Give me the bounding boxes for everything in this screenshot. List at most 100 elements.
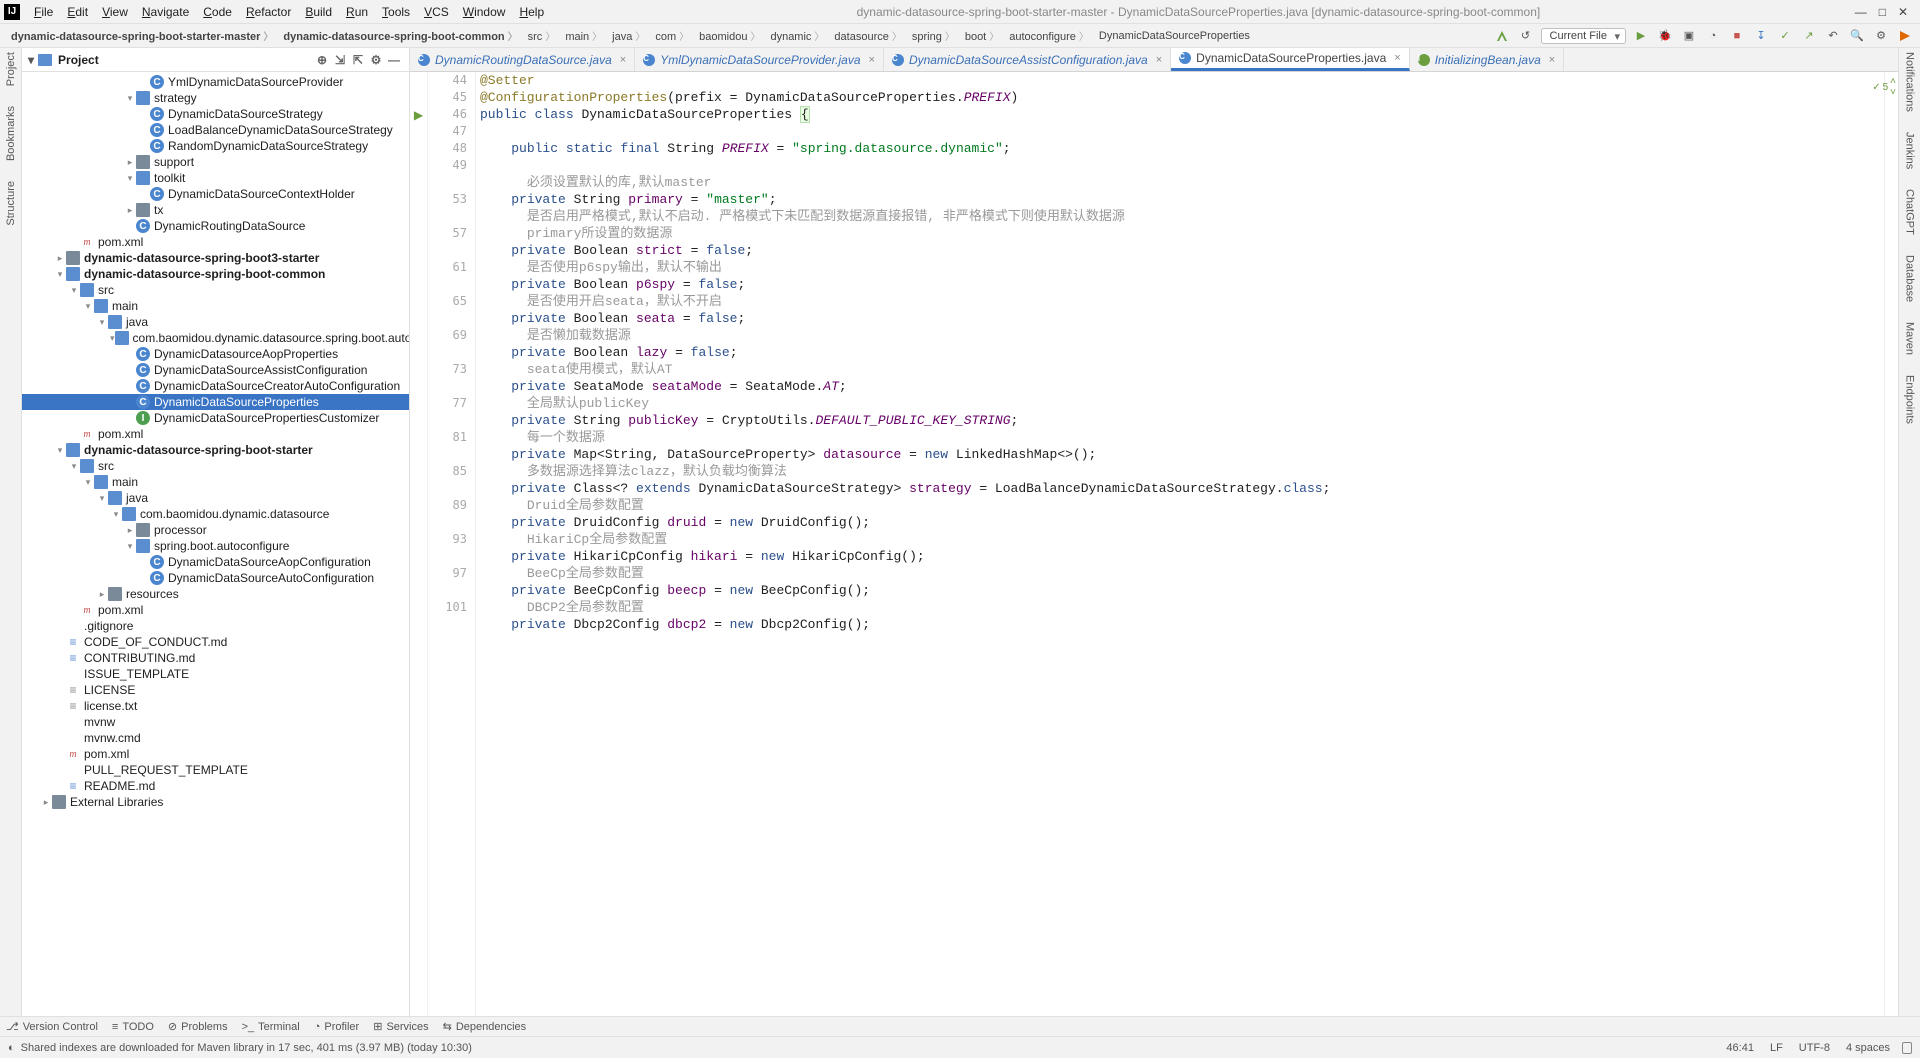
line-number[interactable]: 45 bbox=[428, 89, 467, 106]
menu-view[interactable]: View bbox=[96, 3, 134, 21]
line-number[interactable]: 49 bbox=[428, 157, 467, 174]
tree-file[interactable]: DynamicDataSourceContextHolder bbox=[22, 186, 409, 202]
coverage-icon[interactable]: ▣ bbox=[1680, 27, 1698, 45]
gear-icon[interactable]: ⚙ bbox=[367, 51, 385, 69]
close-tab-icon[interactable]: × bbox=[1394, 52, 1400, 64]
line-number[interactable]: 46 bbox=[428, 106, 467, 123]
line-number[interactable]: 53 bbox=[428, 191, 467, 208]
code-line[interactable]: private Boolean seata = false; bbox=[480, 310, 1880, 327]
panel-view-dropdown-icon[interactable]: ▾ bbox=[28, 53, 34, 67]
code-line[interactable]: private Boolean p6spy = false; bbox=[480, 276, 1880, 293]
code-line[interactable]: private String publicKey = CryptoUtils.D… bbox=[480, 412, 1880, 429]
debug-icon[interactable]: 🐞 bbox=[1656, 27, 1674, 45]
tree-file[interactable]: pom.xml bbox=[22, 426, 409, 442]
git-push-icon[interactable]: ↗ bbox=[1800, 27, 1818, 45]
tree-file[interactable]: CONTRIBUTING.md bbox=[22, 650, 409, 666]
tree-file[interactable]: DynamicDataSourceProperties bbox=[22, 394, 409, 410]
line-number[interactable]: 47 bbox=[428, 123, 467, 140]
tree-folder[interactable]: ▾src bbox=[22, 458, 409, 474]
chevron-down-icon[interactable]: ▾ bbox=[96, 317, 108, 328]
code-editor[interactable]: @Setter@ConfigurationProperties(prefix =… bbox=[476, 72, 1884, 1016]
tree-folder[interactable]: ▾strategy bbox=[22, 90, 409, 106]
menu-navigate[interactable]: Navigate bbox=[136, 3, 195, 21]
code-line[interactable]: private SeataMode seataMode = SeataMode.… bbox=[480, 378, 1880, 395]
inspection-badge[interactable]: ✓ 5 ˄ ˅ bbox=[1872, 76, 1896, 98]
tree-folder[interactable]: ▾main bbox=[22, 298, 409, 314]
tree-folder[interactable]: ▾src bbox=[22, 282, 409, 298]
chevron-right-icon[interactable]: ▸ bbox=[40, 797, 52, 808]
breadcrumb-segment[interactable]: dynamic bbox=[765, 27, 829, 44]
collapse-all-icon[interactable]: ⇱ bbox=[349, 51, 367, 69]
tool-profiler[interactable]: ◔Profiler bbox=[314, 1021, 360, 1033]
tree-file[interactable]: README.md bbox=[22, 778, 409, 794]
line-number[interactable] bbox=[428, 548, 467, 565]
line-number[interactable] bbox=[428, 208, 467, 225]
code-line[interactable]: 必须设置默认的库,默认master bbox=[480, 174, 1880, 191]
run-icon[interactable]: ▶ bbox=[1632, 27, 1650, 45]
code-line[interactable]: 是否使用p6spy输出，默认不输出 bbox=[480, 259, 1880, 276]
tree-file[interactable]: .gitignore bbox=[22, 618, 409, 634]
tree-folder[interactable]: ▸tx bbox=[22, 202, 409, 218]
tree-file[interactable]: DynamicDataSourceAutoConfiguration bbox=[22, 570, 409, 586]
line-number[interactable]: 44 bbox=[428, 72, 467, 89]
code-line[interactable]: 是否懒加载数据源 bbox=[480, 327, 1880, 344]
tree-file[interactable]: mvnw.cmd bbox=[22, 730, 409, 746]
tree-file[interactable]: ISSUE_TEMPLATE bbox=[22, 666, 409, 682]
menu-tools[interactable]: Tools bbox=[376, 3, 416, 21]
tree-folder[interactable]: ▸support bbox=[22, 154, 409, 170]
breadcrumb-segment[interactable]: java bbox=[607, 27, 650, 44]
chevron-right-icon[interactable]: ▸ bbox=[96, 589, 108, 600]
chevron-down-icon[interactable]: ▾ bbox=[82, 477, 94, 488]
project-tree[interactable]: YmlDynamicDataSourceProvider▾strategyDyn… bbox=[22, 72, 409, 1016]
tree-file[interactable]: DynamicDataSourceCreatorAutoConfiguratio… bbox=[22, 378, 409, 394]
editor-tab[interactable]: YmlDynamicDataSourceProvider.java× bbox=[635, 48, 884, 71]
editor-tab[interactable]: DynamicDataSourceProperties.java× bbox=[1171, 48, 1410, 71]
progress-icon[interactable]: ◐ bbox=[8, 1042, 15, 1054]
chevron-down-icon[interactable]: ▾ bbox=[96, 493, 108, 504]
line-number[interactable] bbox=[428, 480, 467, 497]
chevron-down-icon[interactable]: ▾ bbox=[124, 93, 136, 104]
code-line[interactable]: @Setter bbox=[480, 72, 1880, 89]
code-line[interactable]: private Class<? extends DynamicDataSourc… bbox=[480, 480, 1880, 497]
code-line[interactable]: private String primary = "master"; bbox=[480, 191, 1880, 208]
code-line[interactable]: 每一个数据源 bbox=[480, 429, 1880, 446]
tool-tab-endpoints[interactable]: Endpoints bbox=[1904, 375, 1916, 424]
code-line[interactable]: private BeeCpConfig beecp = new BeeCpCon… bbox=[480, 582, 1880, 599]
line-number[interactable]: 89 bbox=[428, 497, 467, 514]
chevron-down-icon[interactable]: ▾ bbox=[54, 269, 66, 280]
tool-problems[interactable]: ⊘Problems bbox=[168, 1020, 228, 1033]
breadcrumb-segment[interactable]: baomidou bbox=[694, 27, 765, 44]
tree-folder[interactable]: ▾dynamic-datasource-spring-boot-starter bbox=[22, 442, 409, 458]
chevron-down-icon[interactable]: ▾ bbox=[124, 541, 136, 552]
breadcrumb-segment[interactable]: com bbox=[650, 27, 694, 44]
menu-code[interactable]: Code bbox=[197, 3, 238, 21]
line-number[interactable] bbox=[428, 514, 467, 531]
tool-services[interactable]: ⊞Services bbox=[373, 1020, 428, 1033]
tool-tab-chatgpt[interactable]: ChatGPT bbox=[1904, 189, 1916, 235]
breadcrumb-segment[interactable]: spring bbox=[907, 27, 960, 44]
breadcrumb-segment[interactable]: main bbox=[560, 27, 607, 44]
chevron-right-icon[interactable]: ▸ bbox=[124, 157, 136, 168]
tree-file[interactable]: DynamicDataSourceAssistConfiguration bbox=[22, 362, 409, 378]
tree-folder[interactable]: ▾dynamic-datasource-spring-boot-common bbox=[22, 266, 409, 282]
chevron-down-icon[interactable]: ▾ bbox=[110, 509, 122, 520]
settings-icon[interactable]: ⚙ bbox=[1872, 27, 1890, 45]
line-number[interactable] bbox=[428, 242, 467, 259]
tree-file[interactable]: DynamicDatasourceAopProperties bbox=[22, 346, 409, 362]
line-number[interactable] bbox=[428, 378, 467, 395]
tree-folder[interactable]: ▾com.baomidou.dynamic.datasource bbox=[22, 506, 409, 522]
run-config-selector[interactable]: Current File bbox=[1541, 28, 1626, 44]
line-number[interactable] bbox=[428, 310, 467, 327]
code-line[interactable]: seata使用模式，默认AT bbox=[480, 361, 1880, 378]
line-number[interactable]: 81 bbox=[428, 429, 467, 446]
close-tab-icon[interactable]: × bbox=[620, 54, 626, 66]
line-number[interactable]: 65 bbox=[428, 293, 467, 310]
code-line[interactable]: private DruidConfig druid = new DruidCon… bbox=[480, 514, 1880, 531]
tree-file[interactable]: LoadBalanceDynamicDataSourceStrategy bbox=[22, 122, 409, 138]
close-icon[interactable]: ✕ bbox=[1898, 5, 1908, 19]
code-line[interactable]: private Boolean lazy = false; bbox=[480, 344, 1880, 361]
line-number[interactable]: 48 bbox=[428, 140, 467, 157]
caret-position[interactable]: 46:41 bbox=[1726, 1042, 1754, 1054]
menu-file[interactable]: File bbox=[28, 3, 59, 21]
tool-tab-project[interactable]: Project bbox=[5, 52, 17, 86]
